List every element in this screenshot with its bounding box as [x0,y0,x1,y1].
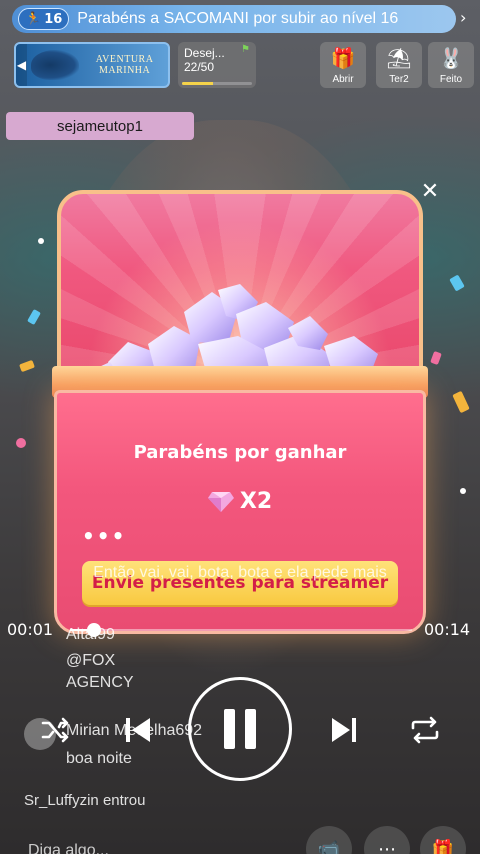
sparkle-icon [38,238,44,244]
chat-message: @FOX [66,652,116,669]
level-badge: 🏃 16 [18,8,70,30]
sparkle-icon [460,488,466,494]
adventure-title: AVENTURA MARINHA [95,54,154,76]
wish-progress-bar [182,82,252,85]
progress-track[interactable] [70,629,412,631]
reward-title: Parabéns por ganhar [133,442,347,463]
open-button-label: Abrir [332,74,354,85]
lyric-caption: Então vai, vai, bota, bota e ela pede ma… [93,564,387,581]
wish-card[interactable]: Desej... 22/50 ⚑ [178,42,256,88]
reward-amount: X2 [54,486,426,516]
adventure-event-card[interactable]: ◀ AVENTURA MARINHA [14,42,170,88]
close-icon[interactable]: ✕ [418,180,442,204]
chat-username[interactable]: Aitai99 [66,626,115,644]
open-button[interactable]: 🎁 Abrir [320,42,366,88]
time-current: 00:01 [7,620,54,639]
chat-join-text: entrou [102,792,146,809]
ter2-button-label: Ter2 [389,74,409,85]
repeat-icon[interactable] [406,712,444,748]
more-icon[interactable]: ⋯ [364,826,410,854]
ter2-button[interactable]: ⛱ Ter2 [376,42,422,88]
done-button-label: Feito [439,74,463,85]
dome-icon: ⛱ [386,47,412,70]
chat-message: AGENCY [66,674,134,691]
camera-icon[interactable]: 📹 [306,826,352,854]
runner-icon: 🏃 [25,11,42,27]
wish-progress-text: 22/50 [184,60,215,74]
triangle-left-icon: ◀ [16,44,27,86]
flag-icon: ⚑ [241,44,250,55]
time-total: 00:14 [424,620,471,639]
more-options-icon[interactable]: ••• [82,524,126,548]
gift-box-icon: 🎁 [330,47,356,70]
previous-track-icon[interactable] [120,710,156,750]
whale-icon [30,50,80,80]
pause-icon [216,704,264,754]
level-badge-number: 16 [44,11,63,27]
chat-join-line: Sr_Luffyzin entrou [24,792,145,809]
confetti-piece [16,438,26,448]
chat-message: boa noite [66,750,132,767]
bunny-icon: 🐰 [438,47,464,70]
next-track-icon[interactable] [326,710,362,750]
comment-input[interactable]: Diga algo... [28,842,109,854]
banner-text: Parabéns a SACOMANI por subir ao nível 1… [77,10,399,27]
reward-multiplier: X2 [239,488,273,514]
chat-username[interactable]: Sr_Luffyzin [24,792,99,809]
done-button[interactable]: 🐰 Feito [428,42,474,88]
shuffle-icon[interactable] [38,712,74,748]
banner-chevron-right-icon[interactable]: › [460,8,466,27]
diamond-icon [207,492,234,512]
user-tag[interactable]: sejameutop1 [6,112,194,140]
level-up-banner[interactable]: 🏃 16 Parabéns a SACOMANI por subir ao ní… [12,5,456,33]
wish-progress-fill [182,82,213,85]
gift-icon[interactable]: 🎁 [420,826,466,854]
